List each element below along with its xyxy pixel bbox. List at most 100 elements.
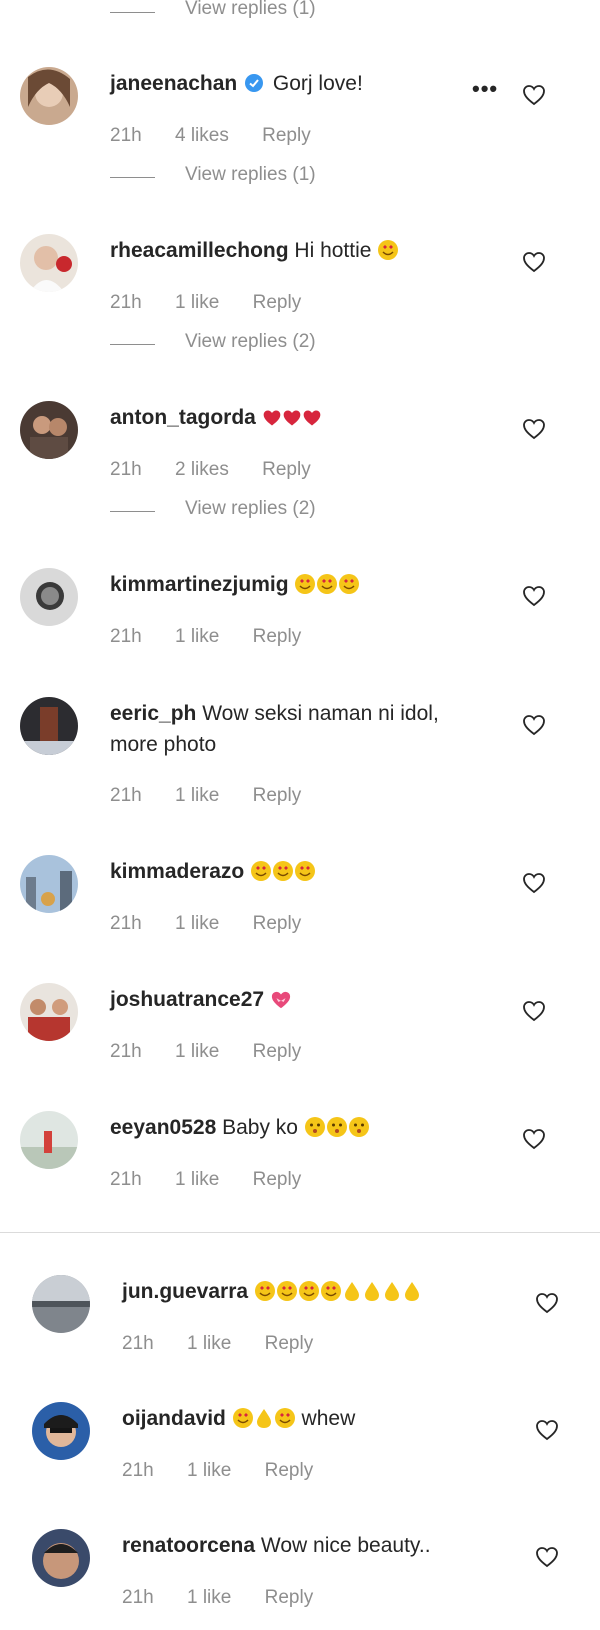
heart-eyes-emoji-icon <box>338 573 360 604</box>
comment-username[interactable]: eeric_ph <box>110 702 196 725</box>
top-view-replies-row: View replies (1) <box>0 0 600 26</box>
comment-body: Baby ko <box>222 1116 298 1139</box>
reply-button[interactable]: Reply <box>253 1041 302 1062</box>
comment-text: renatoorcena Wow nice beauty.. <box>122 1530 522 1561</box>
comment-time: 21h <box>110 785 142 806</box>
view-replies-link[interactable]: View replies (1) <box>185 0 316 20</box>
heart-eyes-emoji-icon <box>294 860 316 891</box>
comment-username[interactable]: oijandavid <box>122 1407 226 1430</box>
comment-time: 21h <box>110 626 142 647</box>
comment-body: Hi hottie <box>294 239 372 262</box>
comment-meta: 21h 1 like Reply <box>110 785 329 807</box>
avatar[interactable] <box>20 234 78 292</box>
heart-eyes-emoji-icon <box>377 239 399 270</box>
comment-username[interactable]: renatoorcena <box>122 1534 255 1557</box>
comment-text: eeyan0528 Baby ko <box>110 1112 510 1147</box>
water-droplet-emoji-icon <box>254 1407 274 1438</box>
comment-likes[interactable]: 1 like <box>175 913 219 934</box>
comment-meta: 21h 1 like Reply <box>110 1041 329 1063</box>
comment-body: whew <box>301 1407 356 1430</box>
view-replies-link[interactable]: View replies (2) <box>185 331 316 353</box>
reply-button[interactable]: Reply <box>253 1169 302 1190</box>
comment-username[interactable]: janeenachan <box>110 72 237 95</box>
red-heart-emoji-icon <box>262 406 282 437</box>
heart-outline-icon[interactable] <box>522 418 546 440</box>
avatar[interactable] <box>20 568 78 626</box>
heart-outline-icon[interactable] <box>522 84 546 106</box>
comment-meta: 21h 2 likes Reply <box>110 459 339 481</box>
reply-button[interactable]: Reply <box>253 913 302 934</box>
comment-meta: 21h 1 like Reply <box>110 292 329 314</box>
comment-likes[interactable]: 1 like <box>175 785 219 806</box>
view-replies-link[interactable]: View replies (2) <box>185 498 316 520</box>
kissing-face-emoji-icon <box>304 1116 326 1147</box>
replies-line <box>110 344 155 345</box>
comment-text: anton_tagorda <box>110 402 510 437</box>
comment-username[interactable]: kimmaderazo <box>110 860 244 883</box>
replies-line <box>110 511 155 512</box>
comment-time: 21h <box>122 1333 154 1354</box>
comment-likes[interactable]: 4 likes <box>175 125 229 146</box>
comment-time: 21h <box>110 913 142 934</box>
red-heart-emoji-icon <box>302 406 322 437</box>
reply-button[interactable]: Reply <box>253 785 302 806</box>
reply-button[interactable]: Reply <box>253 626 302 647</box>
comment-likes[interactable]: 1 like <box>187 1460 231 1481</box>
reply-button[interactable]: Reply <box>265 1460 314 1481</box>
comment-likes[interactable]: 1 like <box>175 1169 219 1190</box>
comment-username[interactable]: rheacamillechong <box>110 239 289 262</box>
comment-time: 21h <box>110 1169 142 1190</box>
comment-likes[interactable]: 1 like <box>187 1587 231 1608</box>
comment-meta: 21h 1 like Reply <box>122 1460 341 1482</box>
heart-outline-icon[interactable] <box>535 1292 559 1314</box>
water-droplet-emoji-icon <box>342 1280 362 1311</box>
avatar[interactable] <box>20 401 78 459</box>
reply-button[interactable]: Reply <box>262 459 311 480</box>
comment-meta: 21h 1 like Reply <box>122 1587 341 1609</box>
comment-username[interactable]: jun.guevarra <box>122 1280 248 1303</box>
heart-outline-icon[interactable] <box>522 872 546 894</box>
reply-button[interactable]: Reply <box>253 292 302 313</box>
comment-username[interactable]: joshuatrance27 <box>110 988 264 1011</box>
heart-outline-icon[interactable] <box>522 714 546 736</box>
comment-likes[interactable]: 1 like <box>187 1333 231 1354</box>
water-droplet-emoji-icon <box>382 1280 402 1311</box>
comment-likes[interactable]: 1 like <box>175 1041 219 1062</box>
heart-outline-icon[interactable] <box>522 1000 546 1022</box>
reply-button[interactable]: Reply <box>265 1587 314 1608</box>
heart-outline-icon[interactable] <box>535 1546 559 1568</box>
comment-username[interactable]: kimmartinezjumig <box>110 573 289 596</box>
avatar[interactable] <box>20 983 78 1041</box>
avatar[interactable] <box>32 1529 90 1587</box>
comment-time: 21h <box>110 292 142 313</box>
heart-eyes-emoji-icon <box>274 1407 296 1438</box>
avatar[interactable] <box>20 697 78 755</box>
heart-eyes-emoji-icon <box>250 860 272 891</box>
comment-text: eeric_ph Wow seksi naman ni idol, more p… <box>110 698 470 760</box>
view-replies-link[interactable]: View replies (1) <box>185 164 316 186</box>
comment-username[interactable]: eeyan0528 <box>110 1116 216 1139</box>
reply-button[interactable]: Reply <box>265 1333 314 1354</box>
comment-text: joshuatrance27 <box>110 984 510 1019</box>
section-divider <box>0 1232 600 1233</box>
more-options-icon[interactable]: ••• <box>472 76 498 102</box>
heart-with-ribbon-emoji-icon <box>270 988 292 1019</box>
avatar[interactable] <box>20 67 78 125</box>
heart-outline-icon[interactable] <box>522 585 546 607</box>
heart-eyes-emoji-icon <box>294 573 316 604</box>
comment-likes[interactable]: 1 like <box>175 626 219 647</box>
comment-likes[interactable]: 1 like <box>175 292 219 313</box>
avatar[interactable] <box>32 1402 90 1460</box>
heart-eyes-emoji-icon <box>320 1280 342 1311</box>
comment-text: oijandavid whew <box>122 1403 522 1438</box>
reply-button[interactable]: Reply <box>262 125 311 146</box>
avatar[interactable] <box>20 1111 78 1169</box>
avatar[interactable] <box>20 855 78 913</box>
heart-outline-icon[interactable] <box>522 251 546 273</box>
heart-outline-icon[interactable] <box>535 1419 559 1441</box>
avatar[interactable] <box>32 1275 90 1333</box>
comment-username[interactable]: anton_tagorda <box>110 406 256 429</box>
comment-time: 21h <box>110 459 142 480</box>
comment-likes[interactable]: 2 likes <box>175 459 229 480</box>
heart-outline-icon[interactable] <box>522 1128 546 1150</box>
